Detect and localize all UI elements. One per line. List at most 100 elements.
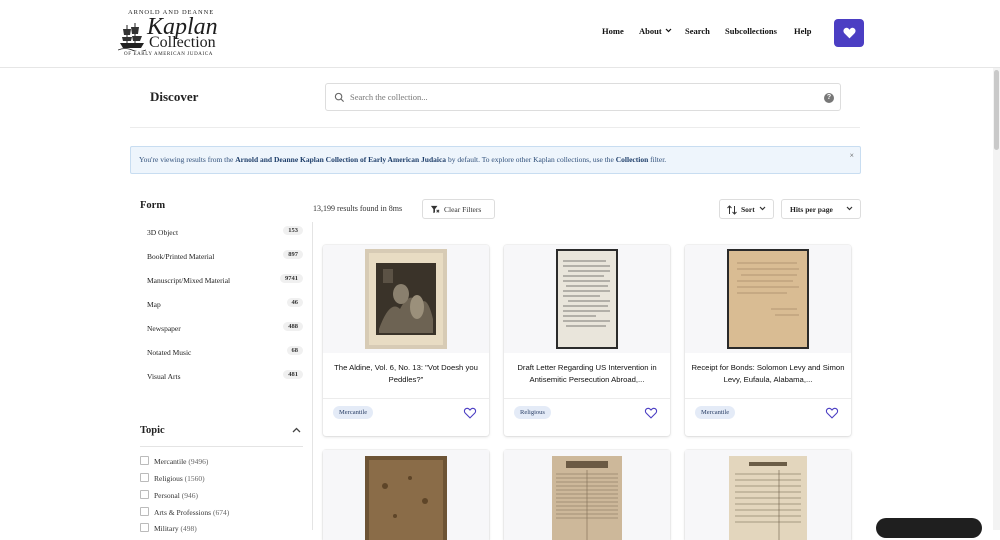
form-facet-item[interactable]: Manuscript/Mixed Material 9741 [147,274,303,285]
topic-checkbox[interactable]: Mercantile (9496) [140,456,208,466]
site-header: ARNOLD AND DEANNE Kaplan Collection OF E… [0,0,1000,68]
floating-widget[interactable] [876,518,982,538]
engraving-thumbnail [365,249,447,349]
sort-label: Sort [741,205,755,214]
letter-thumbnail [556,249,618,349]
heart-outline-icon[interactable] [644,407,658,419]
card-image-area[interactable] [685,245,851,353]
clear-filters-label: Clear Filters [444,205,482,214]
checkbox-box[interactable] [140,523,149,532]
divider [130,127,860,128]
topic-label: Mercantile [154,457,187,466]
form-facet-item[interactable]: 3D Object 153 [147,226,303,237]
topic-checkbox[interactable]: Religious (1560) [140,473,205,483]
nav-subcollections[interactable]: Subcollections [725,26,777,36]
nav-search[interactable]: Search [685,26,710,36]
topic-label: Religious [154,474,183,483]
form-facet-item[interactable]: Visual Arts 481 [147,370,303,381]
results-count: 13,199 results found in 8ms [313,204,403,213]
form-facet-item[interactable]: Book/Printed Material 897 [147,250,303,261]
facet-label: Map [147,300,161,309]
result-card[interactable] [323,450,489,540]
alert-text-pre: You're viewing results from the [139,155,236,164]
nav-home[interactable]: Home [602,26,624,36]
divider [140,446,303,447]
alert-text-mid: by default. To explore other Kaplan coll… [446,155,616,164]
document-thumbnail [365,456,447,540]
card-image-area[interactable] [323,245,489,353]
card-title[interactable]: Receipt for Bonds: Solomon Levy and Simo… [691,362,845,386]
hits-per-page-select[interactable]: Hits per page [781,199,861,219]
card-image-area[interactable] [504,450,670,540]
facet-count-badge: 481 [283,370,303,379]
topic-label: Personal [154,491,180,500]
facet-label: 3D Object [147,228,179,237]
logo-line-4: OF EARLY AMERICAN JUDAICA [124,52,213,57]
card-image-area[interactable] [685,450,851,540]
form-facet-item[interactable]: Notated Music 68 [147,346,303,357]
topic-checkbox[interactable]: Arts & Professions (674) [140,507,229,517]
topic-tag: Mercantile [333,406,374,419]
topic-count: (674) [212,508,230,517]
heart-icon [842,27,856,39]
close-icon[interactable]: × [849,151,854,160]
checkbox-box[interactable] [140,490,149,499]
topic-label: Arts & Professions [154,508,212,517]
sort-icon [727,205,737,215]
result-card[interactable] [504,450,670,540]
checkbox-box[interactable] [140,507,149,516]
topic-count: (9496) [188,457,209,466]
logo-line-3: Collection [149,34,216,51]
result-card[interactable]: Draft Letter Regarding US Intervention i… [504,245,670,436]
facet-count-badge: 68 [286,346,303,355]
column-divider [312,222,313,530]
facet-label: Book/Printed Material [147,252,215,261]
facet-label: Newspaper [147,324,181,333]
checkbox-box[interactable] [140,473,149,482]
topic-tag: Religious [514,406,551,419]
topic-label: Military [154,524,179,533]
nav-about[interactable]: About [639,26,672,36]
chevron-up-icon[interactable] [292,427,301,433]
card-divider [685,398,851,399]
search-input[interactable]: Search the collection... ? [325,83,841,111]
form-facet-item[interactable]: Map 46 [147,298,303,309]
heart-outline-icon[interactable] [463,407,477,419]
alert-collection-name: Arnold and Deanne Kaplan Collection of E… [235,155,447,164]
search-placeholder: Search the collection... [350,92,428,102]
alert-filter-name: Collection [615,155,649,164]
result-card[interactable]: Receipt for Bonds: Solomon Levy and Simo… [685,245,851,436]
chevron-down-icon [846,206,853,211]
site-logo[interactable]: ARNOLD AND DEANNE Kaplan Collection OF E… [118,8,228,60]
ledger-thumbnail [729,456,807,540]
alert-text-post: filter. [648,155,667,164]
heart-outline-icon[interactable] [825,407,839,419]
result-card[interactable] [685,450,851,540]
nav-help[interactable]: Help [794,26,811,36]
card-image-area[interactable] [504,245,670,353]
clear-filters-button[interactable]: Clear Filters [422,199,495,219]
form-facet-heading: Form [140,200,166,211]
favorites-button[interactable] [834,19,864,47]
card-title[interactable]: The Aldine, Vol. 6, No. 13: "Vot Doesh y… [329,362,483,386]
result-card[interactable]: The Aldine, Vol. 6, No. 13: "Vot Doesh y… [323,245,489,436]
card-image-area[interactable] [323,450,489,540]
topic-tag: Mercantile [695,406,736,419]
facet-count-badge: 153 [283,226,303,235]
page-title: Discover [150,89,199,104]
search-icon [334,92,345,103]
filter-clear-icon [430,205,440,214]
card-title[interactable]: Draft Letter Regarding US Intervention i… [510,362,664,386]
chevron-down-icon [759,206,766,211]
facet-count-badge: 897 [283,250,303,259]
sort-button[interactable]: Sort [719,199,774,219]
checkbox-box[interactable] [140,456,149,465]
help-icon[interactable]: ? [824,93,834,103]
facet-count-badge: 488 [283,322,303,331]
form-facet-item[interactable]: Newspaper 488 [147,322,303,333]
topic-checkbox[interactable]: Military (498) [140,523,197,533]
facet-label: Manuscript/Mixed Material [147,276,231,285]
scrollbar-thumb[interactable] [994,70,999,150]
topic-count: (946) [181,491,198,500]
topic-checkbox[interactable]: Personal (946) [140,490,198,500]
